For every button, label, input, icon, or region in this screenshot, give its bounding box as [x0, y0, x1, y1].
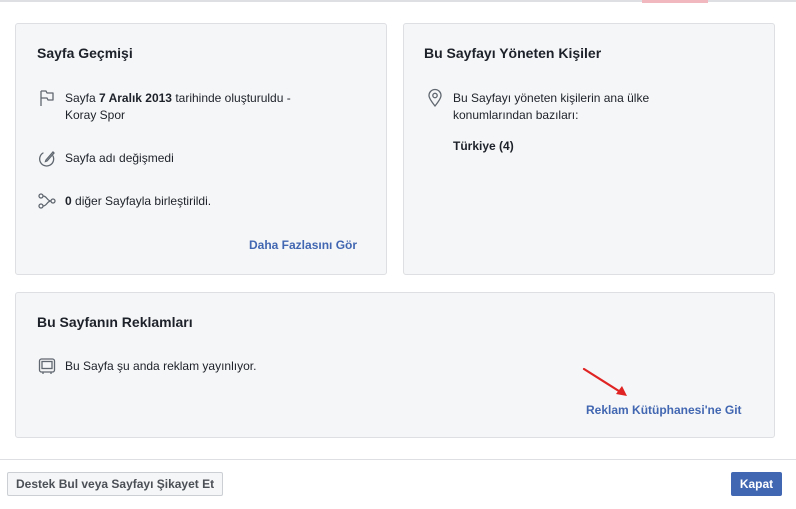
manager-location-text: Bu Sayfayı yöneten kişilerin ana ülke ko…	[453, 91, 650, 122]
page-history-card: Sayfa Geçmişi Sayfa 7 Aralık 2013 tarihi…	[15, 23, 387, 275]
created-text: Sayfa 7 Aralık 2013 tarihinde oluşturuld…	[65, 91, 291, 122]
background-strip	[642, 0, 708, 3]
merge-icon	[37, 191, 57, 211]
ad-library-link[interactable]: Reklam Kütüphanesi'ne Git	[586, 403, 742, 417]
page-history-title: Sayfa Geçmişi	[37, 45, 133, 61]
footer-divider	[0, 459, 796, 460]
see-more-link[interactable]: Daha Fazlasını Gör	[249, 238, 357, 252]
ads-status-text: Bu Sayfa şu anda reklam yayınlıyor.	[65, 359, 257, 373]
ad-monitor-icon	[37, 356, 57, 376]
page-ads-card: Bu Sayfanın Reklamları Bu Sayfa şu anda …	[15, 292, 775, 438]
merge-text: 0 diğer Sayfayla birleştirildi.	[65, 194, 212, 208]
page-managers-title: Bu Sayfayı Yöneten Kişiler	[424, 45, 602, 61]
manager-country: Türkiye (4)	[453, 139, 514, 153]
report-page-button[interactable]: Destek Bul veya Sayfayı Şikayet Et	[7, 472, 224, 496]
location-pin-icon	[425, 88, 445, 108]
name-change-text: Sayfa adı değişmedi	[65, 151, 174, 165]
edit-icon	[37, 148, 57, 168]
page-ads-title: Bu Sayfanın Reklamları	[37, 314, 193, 330]
annotation-arrow-icon	[582, 367, 627, 396]
name-change-row: Sayfa adı değişmedi	[37, 150, 174, 168]
close-button[interactable]: Kapat	[731, 472, 782, 496]
flag-icon	[37, 88, 57, 108]
manager-location-row: Bu Sayfayı yöneten kişilerin ana ülke ko…	[425, 88, 745, 124]
created-row: Sayfa 7 Aralık 2013 tarihinde oluşturuld…	[37, 90, 357, 124]
ads-status-row: Bu Sayfa şu anda reklam yayınlıyor.	[37, 358, 256, 376]
page-managers-card: Bu Sayfayı Yöneten Kişiler Bu Sayfayı yö…	[403, 23, 775, 275]
merge-row: 0 diğer Sayfayla birleştirildi.	[37, 193, 211, 211]
